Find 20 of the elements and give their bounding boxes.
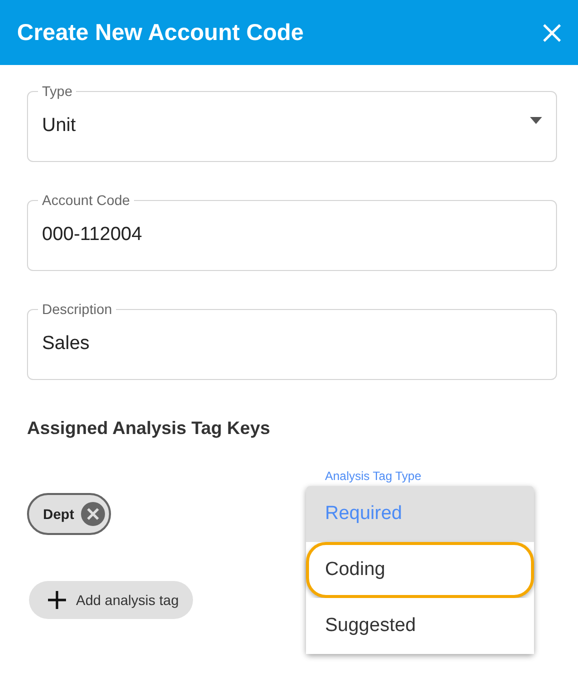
section-heading: Assigned Analysis Tag Keys (27, 417, 272, 440)
field-value: 000-112004 (42, 222, 144, 247)
field-label: Type (41, 83, 74, 99)
close-icon[interactable] (542, 22, 562, 42)
type-select[interactable]: Type Unit (27, 83, 557, 162)
tag-type-label: Analysis Tag Type (325, 470, 422, 482)
field-value: Sales (42, 332, 91, 356)
dropdown-caret-icon (530, 116, 542, 124)
dialog-title: Create New Account Code (17, 18, 304, 48)
menu-option[interactable]: Suggested (306, 598, 534, 654)
text-field[interactable]: Account Code 000-112004 (27, 192, 557, 271)
text-field[interactable]: Description Sales (27, 301, 557, 380)
field-label: Account Code (41, 192, 131, 208)
field-value: Unit (42, 114, 77, 138)
plus-icon (48, 591, 66, 609)
field-label: Description (41, 301, 114, 317)
remove-icon[interactable] (81, 502, 106, 526)
menu-option[interactable]: Coding (306, 542, 534, 598)
tag-chip[interactable]: Dept (27, 493, 112, 535)
add-analysis-tag-button[interactable]: Add analysis tag (29, 581, 193, 619)
